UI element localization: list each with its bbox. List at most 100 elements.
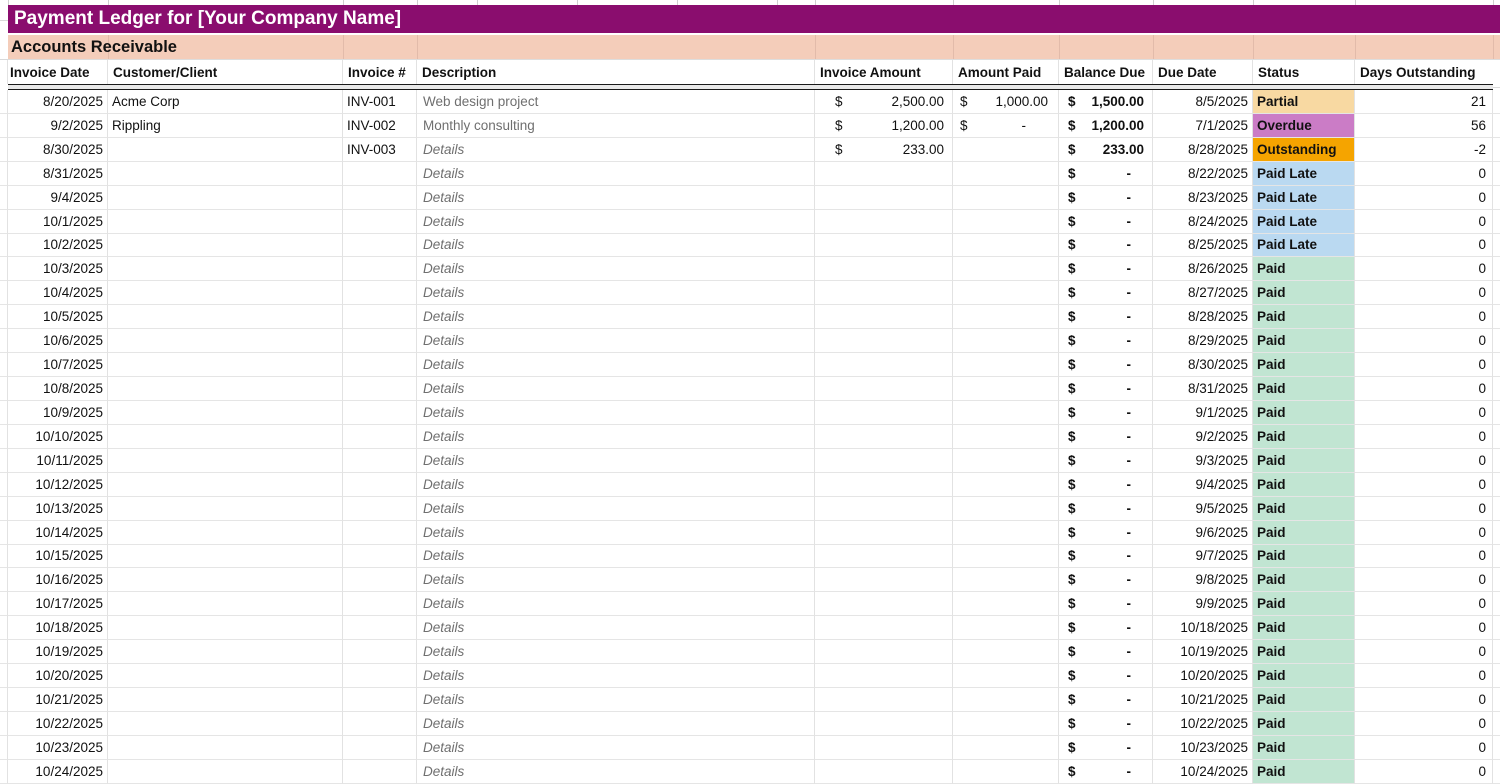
cell-invoice-amount[interactable] [815,353,953,378]
cell-days-outstanding[interactable]: 0 [1355,616,1493,641]
cell-invoice-amount[interactable] [815,544,953,569]
cell-amount-paid[interactable] [953,640,1059,665]
cell-customer[interactable] [108,592,343,617]
cell-invoice-date[interactable]: 10/14/2025 [8,520,108,545]
cell-amount-paid[interactable] [953,424,1059,449]
cell-status[interactable]: Paid Late [1253,209,1355,234]
cell-invoice-date[interactable]: 10/8/2025 [8,377,108,401]
cell-description[interactable]: Details [417,664,815,689]
column-header-invoice-date[interactable]: Invoice Date [8,60,108,84]
cell-invoice-amount[interactable]: $233.00 [815,137,953,162]
cell-status[interactable]: Paid [1253,640,1355,665]
cell-due-date[interactable]: 8/29/2025 [1153,329,1253,354]
cell-invoice-amount[interactable]: $1,200.00 [815,113,953,138]
cell-days-outstanding[interactable]: 0 [1355,305,1493,330]
cell-due-date[interactable]: 9/6/2025 [1153,520,1253,545]
cell-balance-due[interactable]: $ - [1059,520,1153,545]
cell-invoice-amount[interactable] [815,711,953,736]
cell-days-outstanding[interactable]: 0 [1355,377,1493,401]
cell-due-date[interactable]: 9/1/2025 [1153,400,1253,425]
cell-balance-due[interactable]: $ - [1059,281,1153,306]
column-header-invoice-amount[interactable]: Invoice Amount [815,60,953,84]
cell-days-outstanding[interactable]: 56 [1355,113,1493,138]
cell-customer[interactable] [108,544,343,569]
cell-status[interactable]: Paid [1253,664,1355,689]
cell-invoice-date[interactable]: 10/7/2025 [8,353,108,378]
cell-status[interactable]: Paid [1253,520,1355,545]
cell-invoice-amount[interactable] [815,400,953,425]
cell-description[interactable]: Details [417,137,815,162]
column-header-status[interactable]: Status [1253,60,1355,84]
cell-amount-paid[interactable] [953,353,1059,378]
cell-description[interactable]: Details [417,711,815,736]
cell-invoice-amount[interactable] [815,520,953,545]
cell-customer[interactable]: Rippling [108,113,343,138]
cell-customer[interactable] [108,520,343,545]
cell-description[interactable]: Details [417,329,815,354]
cell-customer[interactable] [108,400,343,425]
cell-invoice-number[interactable]: INV-003 [343,137,417,162]
cell-days-outstanding[interactable]: 0 [1355,544,1493,569]
cell-customer[interactable] [108,161,343,186]
cell-description[interactable]: Details [417,520,815,545]
cell-days-outstanding[interactable]: 0 [1355,353,1493,378]
cell-amount-paid[interactable] [953,161,1059,186]
cell-status[interactable]: Paid [1253,592,1355,617]
cell-invoice-date[interactable]: 10/2/2025 [8,233,108,258]
cell-days-outstanding[interactable]: 0 [1355,735,1493,760]
cell-due-date[interactable]: 8/24/2025 [1153,209,1253,234]
cell-invoice-amount[interactable] [815,377,953,401]
cell-status[interactable]: Paid [1253,400,1355,425]
cell-customer[interactable] [108,711,343,736]
cell-amount-paid[interactable]: $1,000.00 [953,90,1059,114]
cell-amount-paid[interactable] [953,496,1059,521]
cell-days-outstanding[interactable]: 0 [1355,759,1493,784]
cell-customer[interactable] [108,257,343,282]
cell-description[interactable]: Details [417,185,815,210]
cell-invoice-amount[interactable] [815,616,953,641]
cell-amount-paid[interactable] [953,616,1059,641]
cell-description[interactable]: Details [417,640,815,665]
cell-amount-paid[interactable] [953,137,1059,162]
cell-status[interactable]: Paid [1253,496,1355,521]
cell-invoice-amount[interactable] [815,472,953,497]
cell-invoice-number[interactable] [343,233,417,258]
cell-invoice-number[interactable] [343,616,417,641]
cell-status[interactable]: Paid [1253,735,1355,760]
cell-days-outstanding[interactable]: 0 [1355,424,1493,449]
cell-invoice-amount[interactable] [815,161,953,186]
cell-status[interactable]: Paid [1253,448,1355,473]
cell-customer[interactable] [108,424,343,449]
cell-invoice-amount[interactable] [815,664,953,689]
cell-description[interactable]: Details [417,377,815,401]
column-header-amount-paid[interactable]: Amount Paid [953,60,1059,84]
cell-invoice-date[interactable]: 10/1/2025 [8,209,108,234]
cell-days-outstanding[interactable]: 0 [1355,664,1493,689]
cell-invoice-number[interactable] [343,496,417,521]
cell-amount-paid[interactable] [953,544,1059,569]
cell-invoice-date[interactable]: 10/18/2025 [8,616,108,641]
cell-invoice-date[interactable]: 10/10/2025 [8,424,108,449]
cell-invoice-date[interactable]: 9/4/2025 [8,185,108,210]
cell-amount-paid[interactable] [953,759,1059,784]
cell-customer[interactable] [108,281,343,306]
cell-amount-paid[interactable] [953,568,1059,593]
cell-balance-due[interactable]: $ - [1059,377,1153,401]
cell-due-date[interactable]: 8/31/2025 [1153,377,1253,401]
cell-description[interactable]: Details [417,688,815,712]
cell-days-outstanding[interactable]: 0 [1355,161,1493,186]
cell-invoice-amount[interactable] [815,233,953,258]
cell-invoice-number[interactable] [343,592,417,617]
cell-balance-due[interactable]: $ - [1059,496,1153,521]
cell-invoice-date[interactable]: 9/2/2025 [8,113,108,138]
cell-days-outstanding[interactable]: 0 [1355,281,1493,306]
cell-amount-paid[interactable] [953,400,1059,425]
cell-description[interactable]: Details [417,305,815,330]
cell-customer[interactable] [108,329,343,354]
cell-status[interactable]: Paid [1253,424,1355,449]
cell-status[interactable]: Paid [1253,616,1355,641]
cell-invoice-date[interactable]: 10/24/2025 [8,759,108,784]
cell-invoice-amount[interactable] [815,496,953,521]
cell-due-date[interactable]: 10/20/2025 [1153,664,1253,689]
column-header-invoice[interactable]: Invoice # [343,60,417,84]
